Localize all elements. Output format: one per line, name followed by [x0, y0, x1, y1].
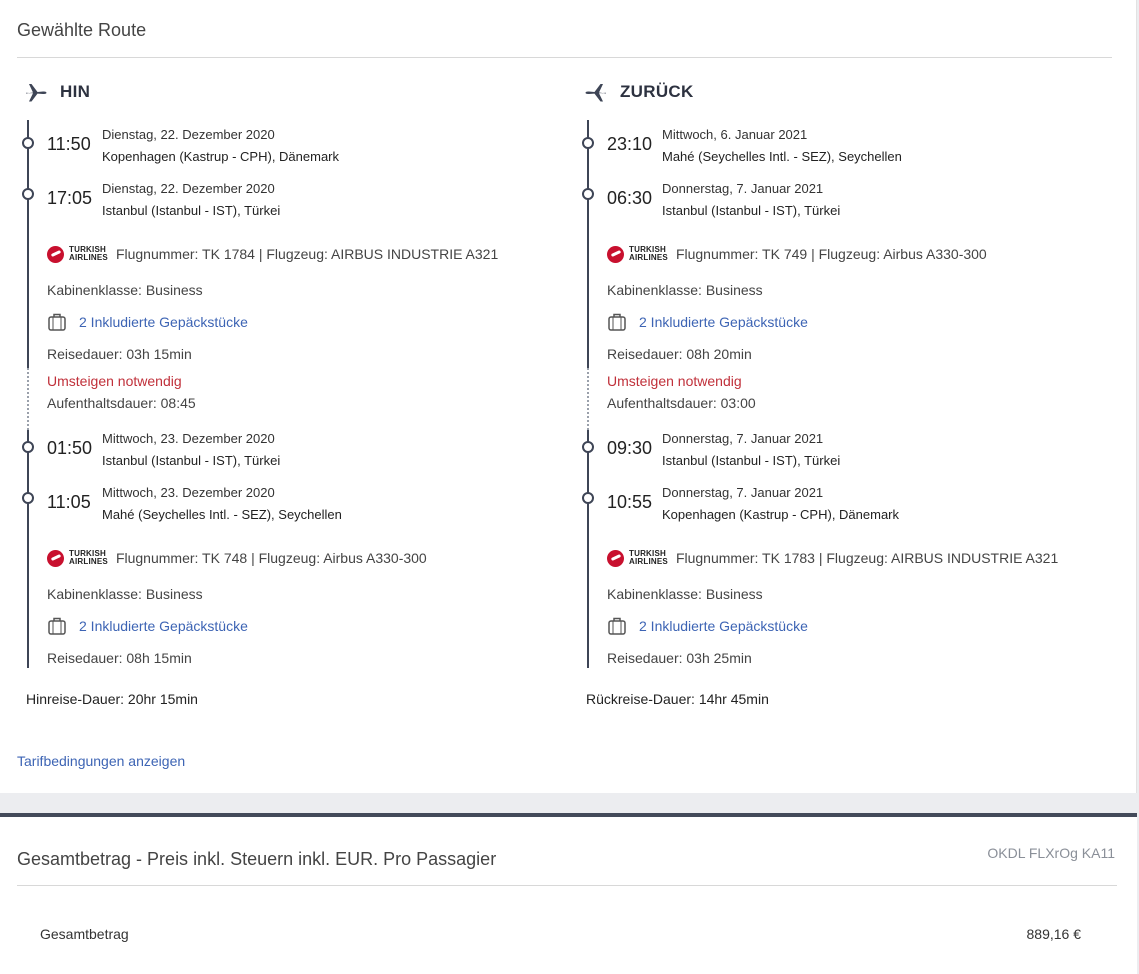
timeline-stop: [582, 188, 594, 200]
turkish-airlines-logo: TURKISH AIRLINES: [47, 245, 108, 263]
timeline-stop: [582, 492, 594, 504]
plane-departure-icon: [26, 84, 47, 102]
timeline-stop: [22, 441, 34, 453]
flight-info-row: TURKISH AIRLINES Flugnummer: TK 1784 | Fl…: [47, 244, 498, 264]
timeline-dashed: [587, 368, 589, 430]
departure-date: Mittwoch, 6. Januar 2021: [662, 127, 808, 142]
timeline-line: [587, 120, 589, 368]
flight-info: Flugnummer: TK 749 | Flugzeug: Airbus A3…: [675, 246, 987, 262]
departure-airport: Istanbul (Istanbul - IST), Türkei: [662, 453, 841, 468]
baggage-row[interactable]: 2 Inkludierte Gepäckstücke: [607, 616, 808, 636]
departure-date: Donnerstag, 7. Januar 2021: [662, 431, 824, 446]
departure-airport: Istanbul (Istanbul - IST), Türkei: [102, 453, 281, 468]
flight-info-row: TURKISH AIRLINES Flugnummer: TK 748 | Flu…: [47, 548, 427, 568]
segment-duration: Reisedauer: 08h 20min: [607, 346, 752, 362]
timeline-dashed: [27, 368, 29, 430]
departure-airport: Kopenhagen (Kastrup - CPH), Dänemark: [102, 149, 340, 164]
luggage-icon: [48, 313, 66, 331]
turkish-airlines-logo: TURKISH AIRLINES: [607, 245, 668, 263]
arrival-date: Dienstag, 22. Dezember 2020: [102, 181, 275, 196]
fare-conditions-link[interactable]: Tarifbedingungen anzeigen: [17, 753, 185, 769]
arrival-airport: Istanbul (Istanbul - IST), Türkei: [662, 203, 841, 218]
arrival-airport: Istanbul (Istanbul - IST), Türkei: [102, 203, 281, 218]
timeline-stop: [582, 137, 594, 149]
arrival-airport: Kopenhagen (Kastrup - CPH), Dänemark: [662, 507, 900, 522]
departure-date: Dienstag, 22. Dezember 2020: [102, 127, 275, 142]
segment-duration: Reisedauer: 03h 15min: [47, 346, 192, 362]
segment-duration: Reisedauer: 08h 15min: [47, 650, 192, 666]
luggage-icon: [608, 313, 626, 331]
outbound-total-duration: Hinreise-Dauer: 20hr 15min: [26, 691, 198, 707]
luggage-icon: [48, 617, 66, 635]
arrival-airport: Mahé (Seychelles Intl. - SEZ), Seychelle…: [102, 507, 342, 522]
return-header: ZURÜCK: [584, 80, 694, 104]
plane-arrival-icon: [585, 84, 606, 102]
departure-time: 01:50: [47, 438, 93, 458]
baggage-link[interactable]: 2 Inkludierte Gepäckstücke: [79, 618, 248, 634]
departure-time: 09:30: [607, 438, 653, 458]
cabin-class: Kabinenklasse: Business: [47, 282, 203, 298]
timeline-stop: [582, 441, 594, 453]
arrival-time: 06:30: [607, 188, 653, 208]
outbound-label: HIN: [60, 82, 91, 101]
return-label: ZURÜCK: [620, 82, 694, 101]
arrival-time: 10:55: [607, 492, 653, 512]
flight-info: Flugnummer: TK 1783 | Flugzeug: AIRBUS I…: [675, 550, 1059, 566]
turkish-airlines-logo: TURKISH AIRLINES: [607, 549, 668, 567]
turkish-airlines-logo: TURKISH AIRLINES: [47, 549, 108, 567]
timeline-line: [27, 120, 29, 368]
arrival-date: Mittwoch, 23. Dezember 2020: [102, 485, 275, 500]
cabin-class: Kabinenklasse: Business: [607, 282, 763, 298]
arrival-time: 11:05: [47, 492, 91, 512]
outbound-header: HIN: [24, 80, 90, 104]
arrival-date: Donnerstag, 7. Januar 2021: [662, 181, 824, 196]
transfer-warning: Umsteigen notwendig: [47, 373, 182, 389]
departure-time: 23:10: [607, 134, 653, 154]
total-value: 889,16 €: [1026, 926, 1082, 942]
flight-info-row: TURKISH AIRLINES Flugnummer: TK 1783 | Fl…: [607, 548, 1058, 568]
baggage-row[interactable]: 2 Inkludierte Gepäckstücke: [47, 312, 248, 332]
arrival-date: Donnerstag, 7. Januar 2021: [662, 485, 824, 500]
departure-date: Mittwoch, 23. Dezember 2020: [102, 431, 275, 446]
booking-code: OKDL FLXrOg KA11: [987, 845, 1115, 861]
total-label: Gesamtbetrag: [40, 926, 129, 942]
baggage-link[interactable]: 2 Inkludierte Gepäckstücke: [79, 314, 248, 330]
cabin-class: Kabinenklasse: Business: [47, 586, 203, 602]
total-card: Gesamtbetrag - Preis inkl. Steuern inkl.…: [0, 813, 1137, 974]
layover-duration: Aufenthaltsdauer: 08:45: [47, 395, 196, 411]
departure-time: 11:50: [47, 134, 91, 154]
route-card: Gewählte Route HIN 11:50 Dienstag, 22. D…: [0, 0, 1137, 793]
return-column: ZURÜCK 23:10 Mittwoch, 6. Januar 2021 Ma…: [582, 0, 1124, 720]
baggage-row[interactable]: 2 Inkludierte Gepäckstücke: [607, 312, 808, 332]
layover-duration: Aufenthaltsdauer: 03:00: [607, 395, 756, 411]
timeline-stop: [22, 137, 34, 149]
cabin-class: Kabinenklasse: Business: [607, 586, 763, 602]
baggage-row[interactable]: 2 Inkludierte Gepäckstücke: [47, 616, 248, 636]
timeline-line: [27, 430, 29, 668]
arrival-time: 17:05: [47, 188, 93, 208]
outbound-column: HIN 11:50 Dienstag, 22. Dezember 2020 Ko…: [22, 0, 564, 720]
segment-duration: Reisedauer: 03h 25min: [607, 650, 752, 666]
timeline-stop: [22, 188, 34, 200]
total-divider: [17, 885, 1117, 886]
total-title: Gesamtbetrag - Preis inkl. Steuern inkl.…: [17, 849, 497, 869]
timeline-stop: [22, 492, 34, 504]
timeline-line: [587, 430, 589, 668]
transfer-warning: Umsteigen notwendig: [607, 373, 742, 389]
flight-info-row: TURKISH AIRLINES Flugnummer: TK 749 | Flu…: [607, 244, 987, 264]
luggage-icon: [608, 617, 626, 635]
return-total-duration: Rückreise-Dauer: 14hr 45min: [586, 691, 769, 707]
departure-airport: Mahé (Seychelles Intl. - SEZ), Seychelle…: [662, 149, 902, 164]
baggage-link[interactable]: 2 Inkludierte Gepäckstücke: [639, 618, 808, 634]
flight-info: Flugnummer: TK 748 | Flugzeug: Airbus A3…: [115, 550, 427, 566]
baggage-link[interactable]: 2 Inkludierte Gepäckstücke: [639, 314, 808, 330]
flight-info: Flugnummer: TK 1784 | Flugzeug: AIRBUS I…: [115, 246, 499, 262]
